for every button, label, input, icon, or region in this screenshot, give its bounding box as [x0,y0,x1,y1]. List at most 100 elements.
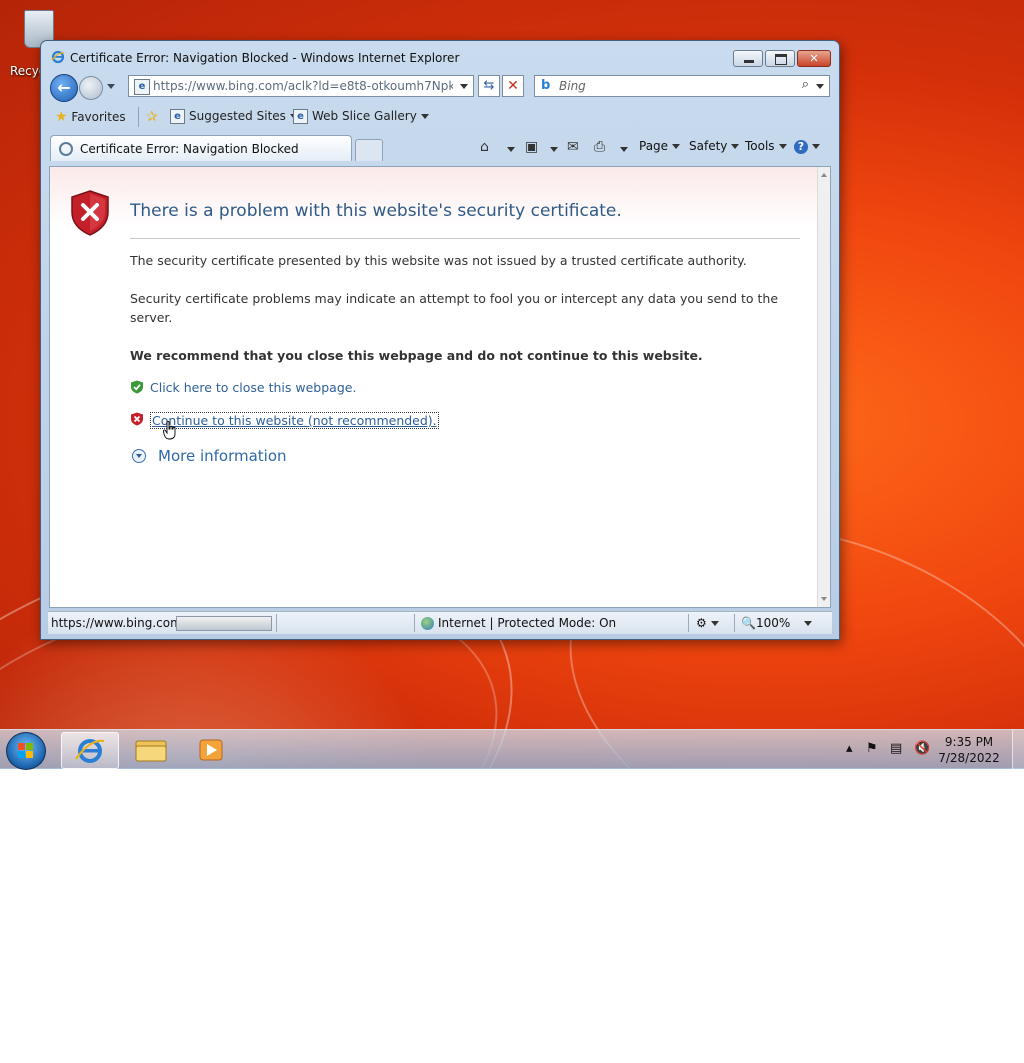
recent-pages-dropdown-icon[interactable] [107,84,115,89]
new-tab-button[interactable] [355,139,383,161]
minimize-button[interactable] [733,50,763,67]
web-slice-gallery-button[interactable]: e Web Slice Gallery [293,109,429,124]
window-title: Certificate Error: Navigation Blocked - … [70,51,460,65]
chevron-down-icon[interactable] [503,141,515,157]
chevron-down-icon[interactable] [616,141,628,157]
volume-muted-icon[interactable]: 🔇 [914,741,930,756]
chevron-down-icon[interactable] [546,141,558,157]
progress-bar [176,616,272,631]
windows-logo-icon [18,743,33,758]
taskbar-media-player[interactable] [183,732,239,767]
chevron-down-icon [778,144,787,149]
help-menu-button[interactable]: ? [794,139,820,154]
forward-button[interactable] [79,76,103,100]
suggested-sites-label: Suggested Sites [189,109,286,123]
tab-certificate-error[interactable]: Certificate Error: Navigation Blocked [50,135,352,161]
favorites-label: Favorites [71,110,126,124]
compatibility-view-button[interactable]: ⇆ [478,75,500,97]
print-icon[interactable]: ⎙ [594,139,605,155]
action-center-flag-icon[interactable]: ⚑ [866,741,878,756]
start-button[interactable] [6,732,46,770]
internet-explorer-icon [51,50,65,64]
chevron-down-icon [710,621,719,626]
continue-to-website-link[interactable]: Continue to this website (not recommende… [150,412,439,429]
close-webpage-link[interactable]: Click here to close this webpage. [150,380,356,395]
stop-button[interactable]: ✕ [502,75,524,97]
red-shield-x-icon [131,412,143,426]
network-icon[interactable]: ▤ [890,741,902,756]
loading-icon [59,142,73,156]
tools-menu-label: Tools [745,139,775,153]
chevron-down-icon [812,144,820,149]
add-ons-status-icon[interactable]: ⚙ [696,616,719,630]
description-paragraph-2: Security certificate problems may indica… [130,291,779,325]
safety-menu-button[interactable]: Safety [689,139,740,153]
zoom-level: 100% [755,616,791,630]
system-clock[interactable]: 9:35 PM 7/28/2022 [934,734,1004,766]
taskbar-windows-explorer[interactable] [122,732,178,767]
title-bar[interactable]: Certificate Error: Navigation Blocked - … [41,41,839,73]
search-box[interactable]: b Bing ⌕ [534,75,830,97]
separator [276,614,277,632]
page-content: There is a problem with this website's s… [49,166,831,608]
separator [414,614,415,632]
separator [688,614,689,632]
page-heading: There is a problem with this website's s… [130,201,622,221]
page-menu-button[interactable]: Page [639,139,681,153]
description-paragraph-1: The security certificate presented by th… [130,253,747,268]
recommendation-text: We recommend that you close this webpage… [130,348,703,363]
rss-feed-icon[interactable]: ▣ [525,139,538,155]
separator [138,107,139,127]
page-menu-label: Page [639,139,669,153]
vertical-scrollbar[interactable] [817,167,830,607]
taskbar-internet-explorer[interactable] [61,732,119,769]
search-placeholder[interactable]: Bing [559,79,586,93]
status-url: https://www.bing.com [51,616,182,630]
bing-logo-icon: b [541,78,551,93]
media-player-icon [199,739,223,761]
favorites-star-icon: ★ [55,109,68,125]
add-favorite-star-icon: ✰ [146,109,158,125]
zoom-level-button[interactable]: 🔍100% [741,616,813,630]
back-button[interactable]: ← [50,74,78,102]
close-button[interactable]: ✕ [797,50,831,67]
status-bar: https://www.bing.com Internet | Protecte… [48,611,832,634]
scroll-up-icon[interactable] [821,173,827,177]
home-icon[interactable]: ⌂ [480,139,489,155]
security-zone-label: Internet | Protected Mode: On [438,616,617,630]
show-hidden-icons-button[interactable]: ▴ [846,741,853,756]
security-zone[interactable]: Internet | Protected Mode: On [421,616,616,630]
hand-cursor-icon [163,421,176,440]
web-slice-gallery-label: Web Slice Gallery [312,109,417,123]
clock-date: 7/28/2022 [938,751,1000,765]
show-desktop-button[interactable] [1012,730,1024,769]
favorites-bar: ★ Favorites ✰ e Suggested Sites e Web Slic… [48,105,832,129]
safety-menu-label: Safety [689,139,728,153]
more-information-toggle[interactable]: More information [158,447,287,465]
clock-time: 9:35 PM [944,735,994,749]
browser-window: Certificate Error: Navigation Blocked - … [40,40,840,640]
address-dropdown-icon[interactable] [460,84,468,89]
search-icon[interactable]: ⌕ [802,77,809,92]
scroll-down-icon[interactable] [821,597,827,601]
help-icon: ? [794,140,808,154]
address-url[interactable]: https://www.bing.com/aclk?ld=e8t8-otkoum… [153,79,453,93]
suggested-sites-button[interactable]: e Suggested Sites [170,109,298,124]
favorites-button[interactable]: ★ Favorites [55,109,126,125]
chevron-down-icon [731,144,740,149]
page-icon: e [170,109,185,124]
internet-explorer-icon [75,739,105,763]
read-mail-icon[interactable]: ✉ [567,139,579,155]
divider [130,238,800,239]
taskbar: ▴ ⚑ ▤ 🔇 9:35 PM 7/28/2022 [0,729,1024,770]
separator [734,614,735,632]
internet-zone-globe-icon [421,617,434,630]
address-bar[interactable]: e https://www.bing.com/aclk?ld=e8t8-otko… [128,75,474,97]
maximize-button[interactable] [765,50,795,67]
security-error-shield-icon [71,190,109,236]
search-options-dropdown-icon[interactable] [816,84,824,89]
tools-menu-button[interactable]: Tools [745,139,787,153]
chevron-down-icon [672,144,681,149]
expand-arrow-icon[interactable] [132,449,146,463]
add-to-favorites-bar-button[interactable]: ✰ [146,109,158,125]
